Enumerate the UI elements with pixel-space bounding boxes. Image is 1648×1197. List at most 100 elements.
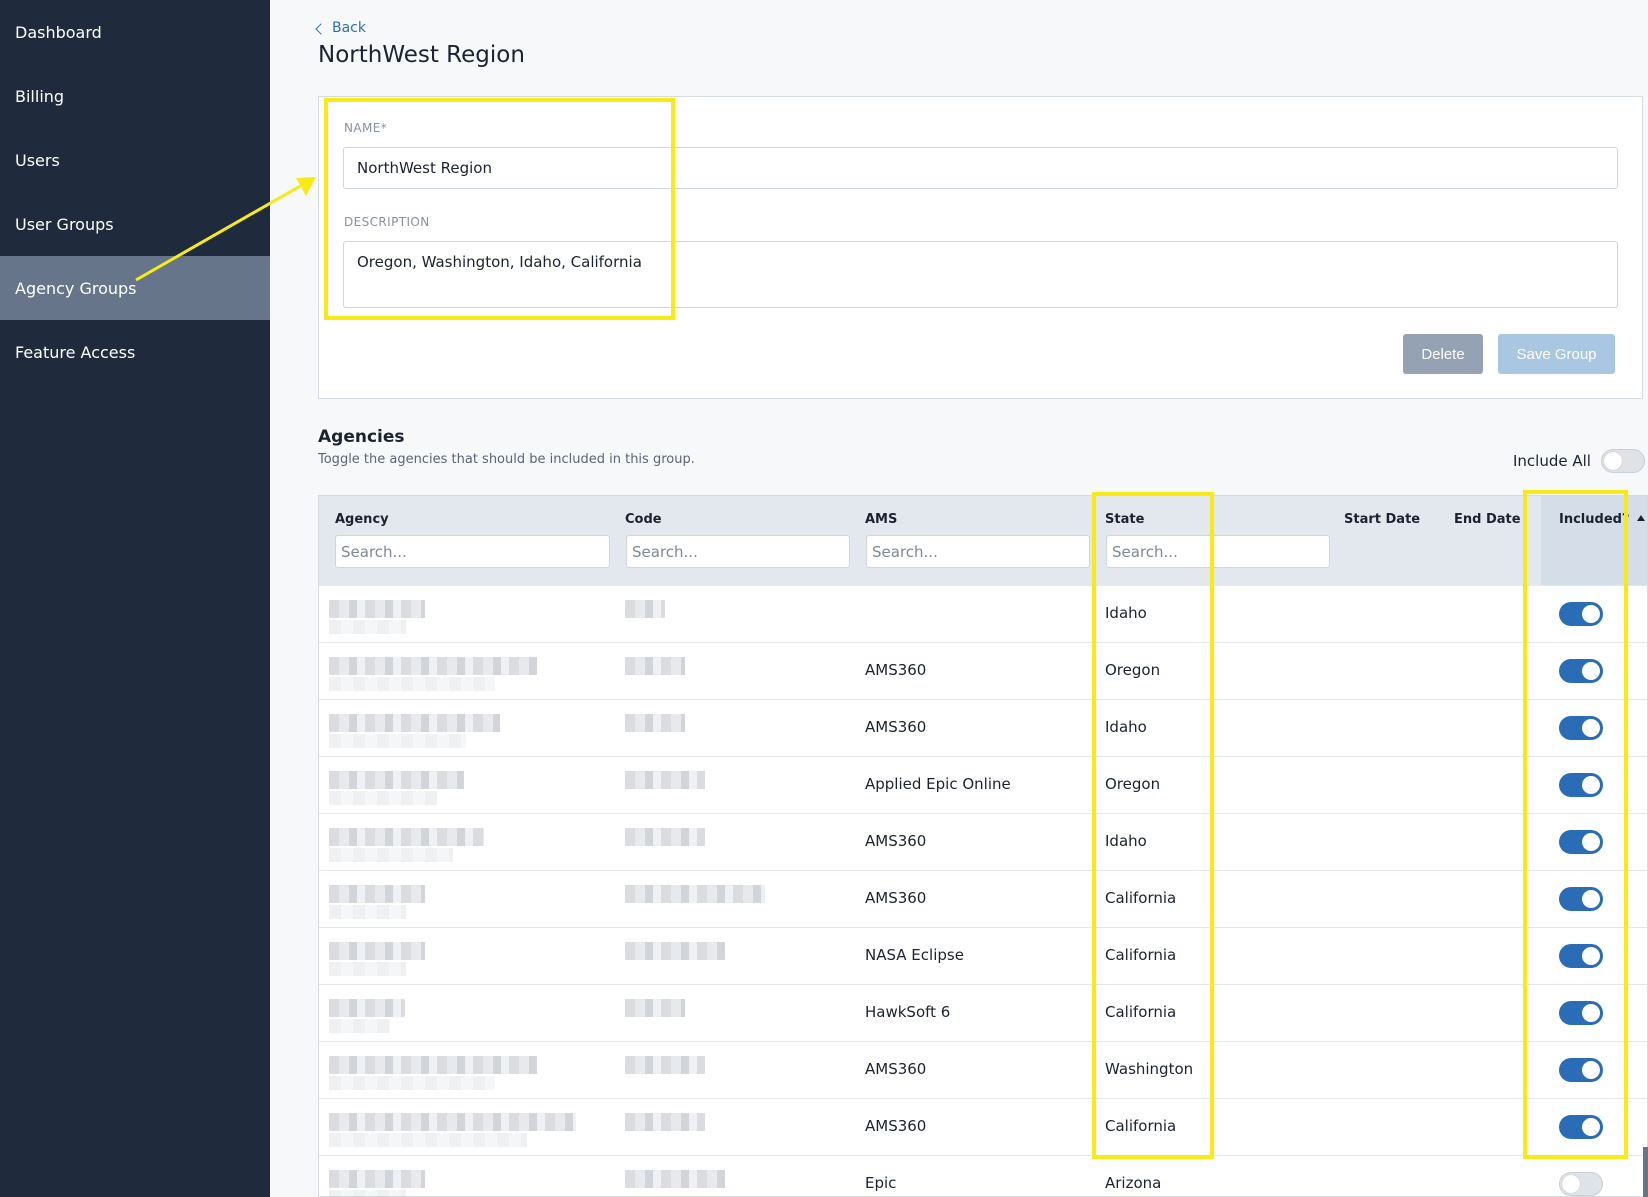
sidebar-item-label: Users [15,150,60,170]
toggle-knob [1582,605,1600,623]
included-toggle[interactable] [1559,773,1603,797]
ams-search-input[interactable]: Search... [866,535,1090,568]
agencies-table: Agency Code AMS State Start Date End Dat… [318,495,1648,1197]
included-toggle[interactable] [1559,659,1603,683]
toggle-knob [1582,1118,1600,1136]
agencies-subtitle: Toggle the agencies that should be inclu… [318,452,695,467]
agency-name-redacted [329,734,466,748]
agency-name-redacted [329,1019,390,1033]
state-cell: Idaho [1105,832,1147,850]
sidebar-item-dashboard[interactable]: Dashboard [0,0,270,64]
included-toggle[interactable] [1559,716,1603,740]
ams-cell: AMS360 [865,1060,927,1078]
state-cell: Washington [1105,1060,1194,1078]
sidebar-item-label: Dashboard [15,22,102,42]
state-search-input[interactable]: Search... [1106,535,1330,568]
agency-name-redacted [329,791,437,805]
agency-name-redacted [329,600,425,618]
column-header-start-date[interactable]: Start Date [1344,512,1420,527]
description-label: DESCRIPTION [344,215,430,229]
included-toggle[interactable] [1559,830,1603,854]
table-row: AMS360 California [319,870,1647,927]
agency-name-redacted [329,1170,425,1188]
toggle-knob [1582,1061,1600,1079]
sidebar-item-label: Agency Groups [15,278,137,298]
ams-cell: AMS360 [865,718,927,736]
code-redacted [625,1056,705,1074]
code-redacted [625,828,705,846]
agency-search-input[interactable]: Search... [335,535,610,568]
column-header-code[interactable]: Code [625,512,662,527]
code-redacted [625,771,705,789]
sidebar-item-user-groups[interactable]: User Groups [0,192,270,256]
sidebar-item-users[interactable]: Users [0,128,270,192]
agency-name-redacted [329,1076,496,1090]
column-header-agency[interactable]: Agency [335,512,389,527]
agency-name-redacted [329,771,464,789]
state-cell: Oregon [1105,661,1161,679]
ams-cell: Applied Epic Online [865,775,1011,793]
ams-cell: AMS360 [865,1117,927,1135]
sidebar-item-label: Feature Access [15,342,136,362]
sidebar-item-feature-access[interactable]: Feature Access [0,320,270,384]
ams-cell: AMS360 [865,661,927,679]
table-header: Agency Code AMS State Start Date End Dat… [319,496,1647,585]
scrollbar[interactable] [1643,1147,1648,1197]
agency-name-redacted [329,714,500,732]
back-link[interactable]: Back [315,20,366,36]
sidebar-item-agency-groups[interactable]: Agency Groups [0,256,270,320]
included-toggle[interactable] [1559,602,1603,626]
toggle-knob [1582,719,1600,737]
table-row: AMS360 Idaho [319,699,1647,756]
agency-name-redacted [329,999,405,1017]
included-toggle[interactable] [1559,1172,1603,1196]
toggle-knob [1582,947,1600,965]
agency-name-redacted [329,677,496,691]
table-row: Idaho [319,585,1647,642]
table-row: Applied Epic Online Oregon [319,756,1647,813]
included-toggle[interactable] [1559,1058,1603,1082]
back-label: Back [332,20,366,36]
name-input[interactable] [343,147,1618,189]
agencies-title: Agencies [318,427,405,447]
toggle-knob [1603,452,1622,470]
included-toggle[interactable] [1559,887,1603,911]
ams-cell: Epic [865,1174,897,1192]
table-row: AMS360 Oregon [319,642,1647,699]
column-header-state[interactable]: State [1105,512,1144,527]
toggle-knob [1582,1004,1600,1022]
ams-cell: HawkSoft 6 [865,1003,951,1021]
state-cell: Idaho [1105,718,1147,736]
code-redacted [625,657,685,675]
column-header-included[interactable]: Included? [1559,512,1646,527]
agency-name-redacted [329,1133,527,1147]
include-all-label: Include All [1513,452,1591,470]
sort-ascending-icon [1637,515,1646,521]
sidebar-item-label: Billing [15,86,65,106]
code-search-input[interactable]: Search... [626,535,850,568]
sidebar-item-billing[interactable]: Billing [0,64,270,128]
included-toggle[interactable] [1559,944,1603,968]
code-redacted [625,999,685,1017]
chevron-left-icon [315,22,327,35]
included-toggle[interactable] [1559,1001,1603,1025]
include-all-toggle[interactable] [1600,449,1645,473]
code-redacted [625,885,765,903]
toggle-knob [1562,1175,1580,1193]
code-redacted [625,714,685,732]
delete-button[interactable]: Delete [1403,334,1483,374]
state-cell: California [1105,1003,1177,1021]
column-header-ams[interactable]: AMS [865,512,897,527]
column-header-end-date[interactable]: End Date [1454,512,1521,527]
state-cell: Arizona [1105,1174,1162,1192]
column-header-included-label: Included? [1559,512,1630,527]
page-title: NorthWest Region [318,42,525,68]
agency-name-redacted [329,885,425,903]
included-toggle[interactable] [1559,1115,1603,1139]
ams-cell: AMS360 [865,889,927,907]
description-textarea[interactable]: Oregon, Washington, Idaho, California [343,241,1618,308]
state-cell: Idaho [1105,604,1147,622]
code-redacted [625,1170,725,1188]
agency-name-redacted [329,942,425,960]
save-group-button[interactable]: Save Group [1498,334,1615,374]
